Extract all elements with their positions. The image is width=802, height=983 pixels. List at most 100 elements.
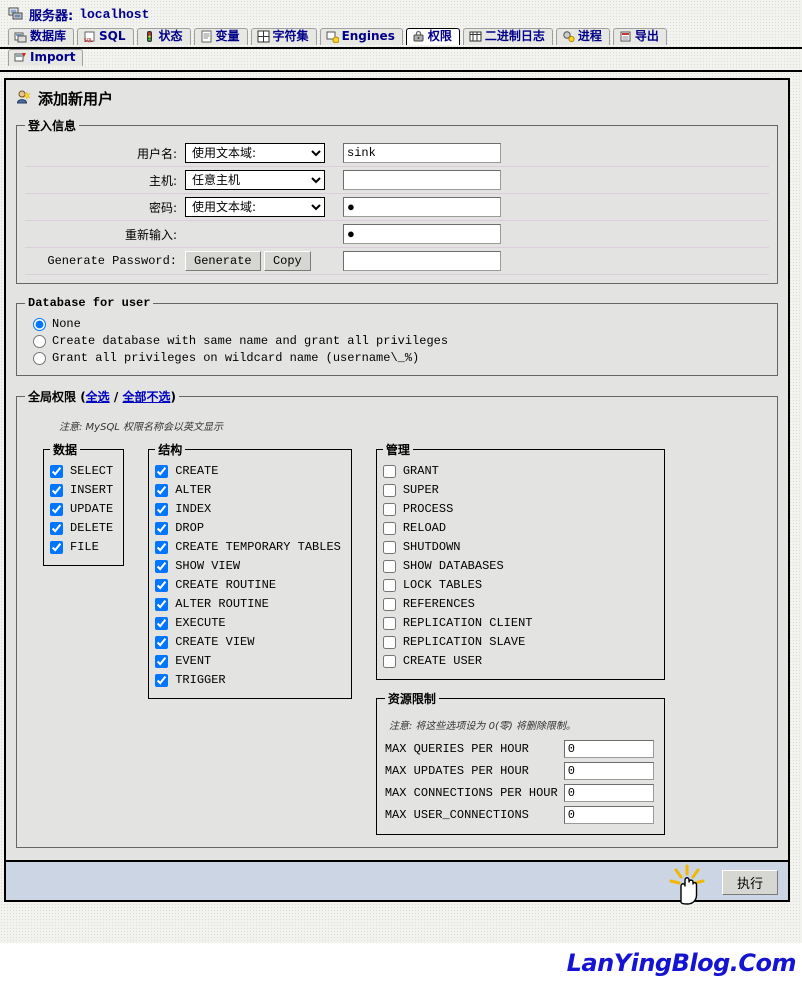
host-input[interactable] xyxy=(343,170,501,190)
host-mode-select[interactable]: 任意主机 xyxy=(185,170,325,190)
privilege-checkbox-row[interactable]: CREATE ROUTINE xyxy=(155,576,341,595)
privilege-checkbox-row[interactable]: RELOAD xyxy=(382,519,654,538)
privilege-checkbox-row[interactable]: CREATE USER xyxy=(382,652,654,671)
privilege-checkbox-row[interactable]: UPDATE xyxy=(50,500,113,519)
privilege-checkbox-row[interactable]: EVENT xyxy=(155,652,341,671)
privilege-checkbox[interactable] xyxy=(155,522,169,535)
password-mode-select[interactable]: 使用文本域: xyxy=(185,197,325,217)
privilege-checkbox[interactable] xyxy=(50,484,63,497)
privilege-checkbox-row[interactable]: GRANT xyxy=(382,462,654,481)
privilege-checkbox[interactable] xyxy=(382,617,396,630)
db-option-row[interactable]: None xyxy=(25,316,769,333)
privilege-checkbox-row[interactable]: TRIGGER xyxy=(155,671,341,690)
privilege-checkbox-row[interactable]: DELETE xyxy=(50,519,113,538)
privilege-checkbox-row[interactable]: CREATE TEMPORARY TABLES xyxy=(155,538,341,557)
status-icon xyxy=(143,30,156,43)
privilege-checkbox-row[interactable]: ALTER xyxy=(155,481,341,500)
privilege-checkbox-row[interactable]: SUPER xyxy=(382,481,654,500)
privilege-checkbox[interactable] xyxy=(50,503,63,516)
privilege-checkbox[interactable] xyxy=(382,560,396,573)
privilege-checkbox[interactable] xyxy=(50,541,63,554)
db-option-radio[interactable] xyxy=(33,335,46,348)
privilege-checkbox-row[interactable]: REPLICATION SLAVE xyxy=(382,633,654,652)
privilege-checkbox[interactable] xyxy=(155,484,169,497)
privilege-checkbox[interactable] xyxy=(382,579,396,592)
privilege-label: RELOAD xyxy=(402,521,447,535)
check-all-link[interactable]: 全选 xyxy=(86,390,110,404)
tab-databases-label: 数据库 xyxy=(30,29,67,43)
privilege-checkbox[interactable] xyxy=(155,617,169,630)
privilege-checkbox[interactable] xyxy=(382,484,396,497)
host-label: 主机: xyxy=(25,166,181,194)
uncheck-all-link[interactable]: 全部不选 xyxy=(122,390,170,404)
privilege-checkbox[interactable] xyxy=(155,541,169,554)
privilege-checkbox-row[interactable]: INDEX xyxy=(155,500,341,519)
privilege-label: PROCESS xyxy=(402,502,454,516)
privilege-checkbox[interactable] xyxy=(155,560,169,573)
privilege-checkbox[interactable] xyxy=(50,522,63,535)
resource-limit-input[interactable] xyxy=(563,784,654,802)
privilege-checkbox[interactable] xyxy=(382,636,396,649)
host-row: 主机: 任意主机 xyxy=(25,166,769,194)
tab-databases[interactable]: 数据库 xyxy=(8,28,75,45)
resource-limits-note: 注意: 将这些选项设为 0(零) 将删除限制。 xyxy=(388,721,576,732)
tab-binlog[interactable]: 二进制日志 xyxy=(462,28,553,45)
generate-button[interactable]: Generate xyxy=(185,251,261,271)
db-option-radio[interactable] xyxy=(33,352,46,365)
tab-engines[interactable]: Engines xyxy=(319,28,403,45)
privilege-checkbox-row[interactable]: FILE xyxy=(50,538,113,557)
privilege-checkbox-row[interactable]: ALTER ROUTINE xyxy=(155,595,341,614)
privilege-checkbox-row[interactable]: DROP xyxy=(155,519,341,538)
privilege-checkbox[interactable] xyxy=(382,522,396,535)
privilege-checkbox-row[interactable]: SHUTDOWN xyxy=(382,538,654,557)
privilege-checkbox[interactable] xyxy=(155,655,169,668)
db-option-radio[interactable] xyxy=(33,318,46,331)
privilege-checkbox-row[interactable]: SELECT xyxy=(50,462,113,481)
global-privileges-note: 注意: MySQL 权限名称会以英文显示 xyxy=(59,422,224,433)
tab-status[interactable]: 状态 xyxy=(136,28,191,45)
privilege-checkbox[interactable] xyxy=(155,579,169,592)
privilege-checkbox-row[interactable]: EXECUTE xyxy=(155,614,341,633)
privilege-checkbox[interactable] xyxy=(155,674,169,687)
resource-limits-table: MAX QUERIES PER HOUR MAX UPDATES PER HOUR… xyxy=(385,738,654,826)
execute-button[interactable]: 执行 xyxy=(721,870,778,895)
username-mode-select[interactable]: 使用文本域: xyxy=(185,143,325,163)
privilege-checkbox[interactable] xyxy=(155,636,169,649)
tab-variables[interactable]: 变量 xyxy=(193,28,248,45)
db-option-row[interactable]: Create database with same name and grant… xyxy=(25,333,769,350)
privilege-checkbox-row[interactable]: INSERT xyxy=(50,481,113,500)
privilege-checkbox-row[interactable]: CREATE xyxy=(155,462,341,481)
tab-import[interactable]: Import xyxy=(8,49,84,66)
privilege-checkbox[interactable] xyxy=(382,465,396,478)
privilege-checkbox-row[interactable]: LOCK TABLES xyxy=(382,576,654,595)
copy-button[interactable]: Copy xyxy=(263,251,311,271)
resource-limit-input[interactable] xyxy=(563,740,654,758)
privilege-checkbox-row[interactable]: SHOW VIEW xyxy=(155,557,341,576)
privilege-checkbox[interactable] xyxy=(382,503,396,516)
privilege-checkbox-row[interactable]: REPLICATION CLIENT xyxy=(382,614,654,633)
tab-processes[interactable]: 进程 xyxy=(555,28,610,45)
privilege-checkbox-row[interactable]: CREATE VIEW xyxy=(155,633,341,652)
tab-sql[interactable]: SQL SQL xyxy=(77,28,134,45)
privilege-checkbox[interactable] xyxy=(382,598,396,611)
tab-charsets[interactable]: 字符集 xyxy=(250,28,317,45)
generated-password-input[interactable] xyxy=(343,251,501,271)
privilege-checkbox[interactable] xyxy=(382,541,396,554)
username-input[interactable] xyxy=(343,143,501,163)
privilege-checkbox-row[interactable]: SHOW DATABASES xyxy=(382,557,654,576)
tab-bar-row-2: Import xyxy=(0,49,802,72)
password-input[interactable] xyxy=(343,197,501,217)
resource-limit-input[interactable] xyxy=(563,806,654,824)
privilege-checkbox[interactable] xyxy=(155,465,169,478)
privilege-checkbox-row[interactable]: PROCESS xyxy=(382,500,654,519)
privilege-checkbox[interactable] xyxy=(50,465,63,478)
tab-export[interactable]: 导出 xyxy=(612,28,667,45)
tab-privileges[interactable]: 权限 xyxy=(405,28,460,45)
retype-password-input[interactable] xyxy=(343,224,501,244)
resource-limit-input[interactable] xyxy=(563,762,654,780)
privilege-checkbox-row[interactable]: REFERENCES xyxy=(382,595,654,614)
privilege-checkbox[interactable] xyxy=(155,598,169,611)
privilege-checkbox[interactable] xyxy=(382,655,396,668)
db-option-row[interactable]: Grant all privileges on wildcard name (u… xyxy=(25,350,769,367)
privilege-checkbox[interactable] xyxy=(155,503,169,516)
